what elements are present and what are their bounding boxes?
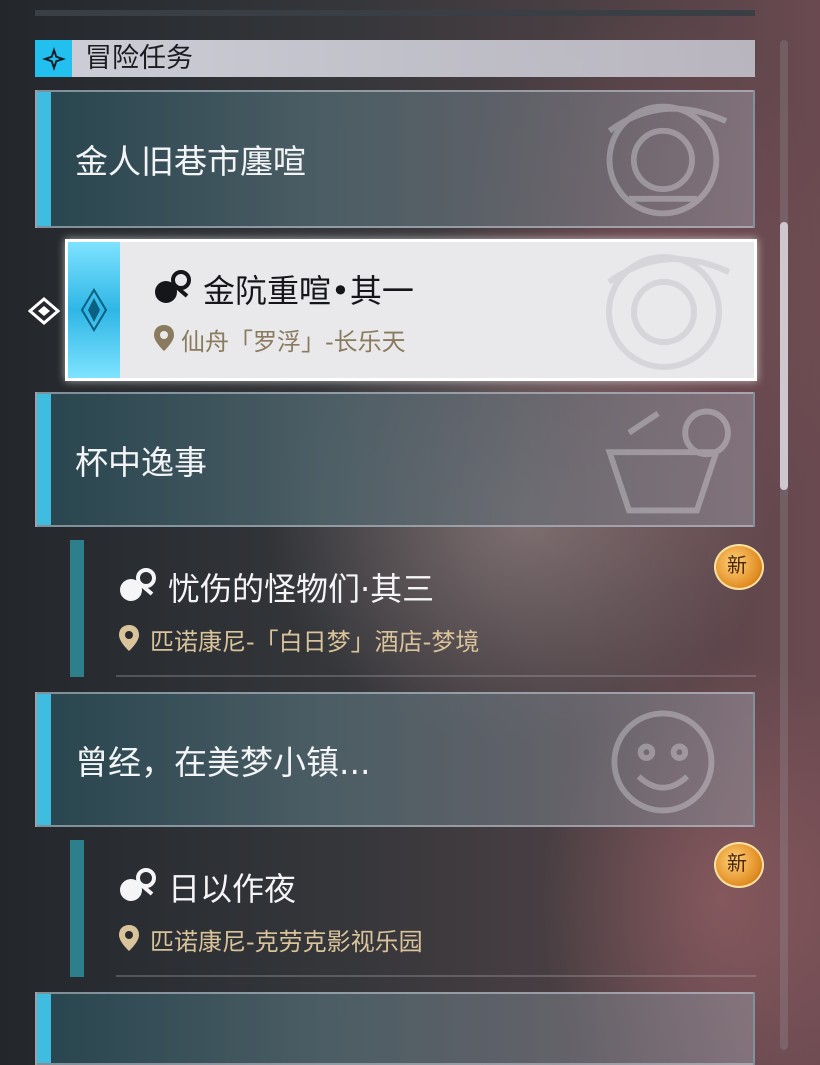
quest-item[interactable]: 忧伤的怪物们·其三 匹诺康尼-「白日梦」酒店-梦境 xyxy=(66,540,756,677)
quest-divider xyxy=(116,975,756,977)
quest-location: 匹诺康尼-克劳克影视乐园 xyxy=(150,928,423,956)
quest-type-icon xyxy=(120,568,156,601)
group-accent-bar xyxy=(37,994,51,1063)
quest-side-bar xyxy=(70,540,84,677)
smiley-emblem-icon xyxy=(611,710,715,814)
quest-group-header[interactable]: 杯中逸事 xyxy=(35,392,755,527)
group-title: 曾经，在美梦小镇... xyxy=(75,742,371,782)
scrollbar-thumb[interactable] xyxy=(780,222,788,490)
bird-emblem-icon xyxy=(606,254,731,370)
group-accent-bar xyxy=(37,394,51,525)
group-accent-bar xyxy=(37,92,51,226)
quest-title: 日以作夜 xyxy=(168,870,297,908)
quest-group-header[interactable] xyxy=(35,992,755,1065)
new-badge-label: 新 xyxy=(727,851,747,875)
group-title: 金人旧巷市廛喧 xyxy=(75,142,306,181)
new-badge-label: 新 xyxy=(727,553,747,577)
quest-type-icon xyxy=(155,270,191,303)
section-title: 冒险任务 xyxy=(85,43,193,74)
scrollbar-track[interactable] xyxy=(780,40,788,1050)
bird-emblem-icon xyxy=(606,103,728,217)
location-pin-icon xyxy=(119,925,139,951)
location-pin-icon xyxy=(154,325,174,351)
selection-pointer-icon xyxy=(28,297,61,325)
quest-item[interactable]: 日以作夜 匹诺康尼-克劳克影视乐园 xyxy=(66,840,756,977)
group-accent-bar xyxy=(37,694,51,825)
quest-title: 金阬重喧•其一 xyxy=(203,272,414,310)
quest-type-icon xyxy=(120,868,156,901)
location-pin-icon xyxy=(119,625,139,651)
quest-location: 仙舟「罗浮」-长乐天 xyxy=(181,328,406,356)
quest-side-bar xyxy=(70,840,84,977)
quest-location: 匹诺康尼-「白日梦」酒店-梦境 xyxy=(150,628,480,656)
quest-selected-marker xyxy=(68,242,120,378)
quest-group-header[interactable]: 金人旧巷市廛喧 xyxy=(35,90,755,228)
quest-group-header[interactable]: 曾经，在美梦小镇... xyxy=(35,692,755,827)
cup-emblem-icon xyxy=(605,408,731,514)
top-divider xyxy=(35,10,755,16)
quest-divider xyxy=(116,675,756,677)
diamond-star-icon xyxy=(35,40,72,77)
section-header: 冒险任务 xyxy=(35,40,755,77)
new-badge: 新 xyxy=(710,540,764,590)
new-badge: 新 xyxy=(710,838,764,888)
group-title: 杯中逸事 xyxy=(75,442,207,482)
quest-item-selected[interactable]: 金阬重喧•其一 仙舟「罗浮」-长乐天 xyxy=(65,239,757,381)
quest-title: 忧伤的怪物们·其三 xyxy=(168,570,435,608)
